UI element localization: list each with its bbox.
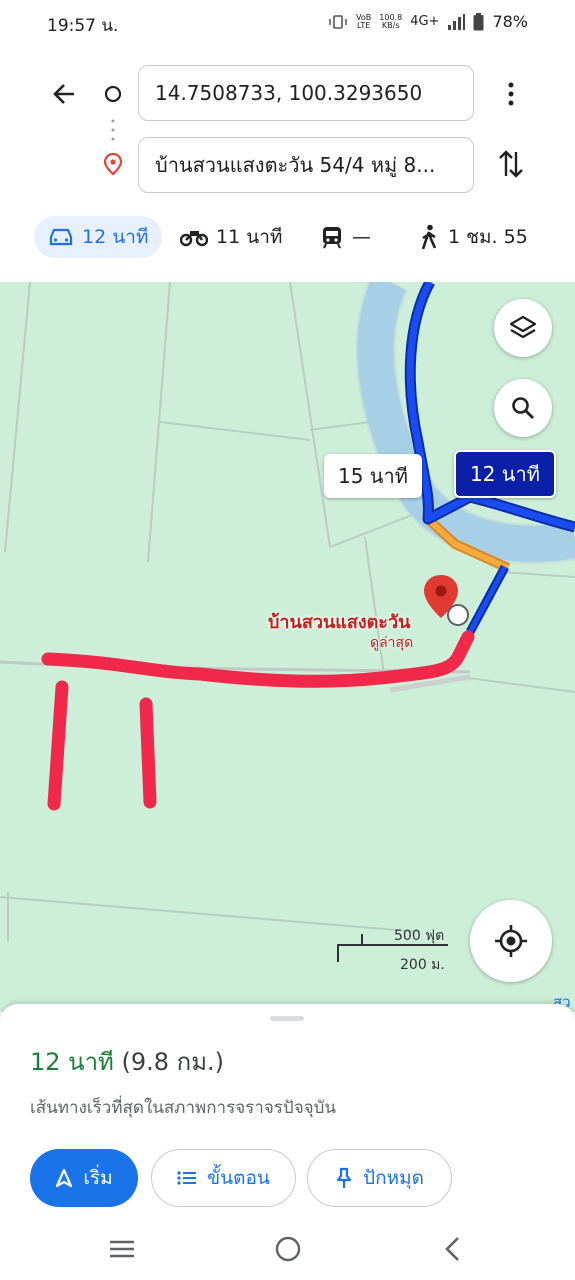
mode-car-label: 12 นาที [82, 226, 149, 248]
mode-transit-label: — [352, 226, 371, 248]
route-dots-icon [111, 119, 115, 141]
origin-circle-icon [104, 85, 122, 103]
pin-button[interactable]: ปักหมุด [307, 1149, 452, 1207]
back-icon[interactable] [442, 1235, 462, 1263]
route-distance: (9.8 กม.) [121, 1048, 225, 1076]
navigation-icon [56, 1168, 73, 1188]
crosshair-icon [495, 925, 527, 957]
transit-icon [323, 227, 341, 249]
route-duration: 12 นาที [30, 1048, 114, 1076]
search-button[interactable] [494, 379, 552, 437]
place-sub-label: ดูล่าสุด [370, 635, 414, 651]
start-button[interactable]: เริ่ม [30, 1149, 138, 1207]
vibrate-icon [329, 14, 347, 29]
list-icon [177, 1171, 197, 1185]
mode-walk[interactable]: 1 ชม. 55 [418, 216, 528, 258]
drawn-annotation [41, 630, 475, 811]
mode-car[interactable]: 12 นาที [34, 216, 163, 258]
walk-icon [421, 224, 437, 250]
scale-meters-label: 200 ม. [400, 957, 445, 973]
my-location-button[interactable] [470, 900, 552, 982]
back-arrow-icon[interactable] [50, 80, 78, 108]
directions-header: 14.7508733, 100.3293650 บ้านสวนแสงตะวัน … [0, 48, 575, 282]
destination-input[interactable]: บ้านสวนแสงตะวัน 54/4 หมู่ 8... [138, 137, 474, 193]
destination-dot [447, 604, 469, 626]
network-type: 4G+ [410, 14, 440, 29]
route-duration-row: 12 นาที (9.8 กม.) [30, 1042, 224, 1081]
pushpin-icon [336, 1167, 352, 1188]
car-icon [49, 228, 73, 246]
map-view[interactable]: 15 นาที 12 นาที บ้านสวนแสงตะวัน ดูล่าสุด… [0, 282, 575, 1012]
recent-apps-icon[interactable] [108, 1238, 136, 1260]
mode-motorcycle-label: 11 นาที [216, 226, 283, 248]
mode-motorcycle[interactable]: 11 นาที [180, 216, 282, 258]
map-canvas [0, 282, 575, 962]
search-icon [512, 397, 534, 419]
steps-button[interactable]: ขั้นตอน [151, 1149, 296, 1207]
more-options-icon[interactable] [499, 80, 523, 108]
home-icon[interactable] [274, 1235, 302, 1263]
motorcycle-icon [180, 231, 208, 247]
status-time: 19:57 น. [47, 16, 119, 36]
drag-handle[interactable] [270, 1016, 304, 1021]
swap-direction-icon[interactable] [497, 148, 525, 180]
layers-icon [509, 315, 537, 339]
status-bar: 19:57 น. VoB LTE 100.8 KB/s 4G+ 78% [0, 0, 575, 48]
network-speed: 100.8 KB/s [379, 12, 403, 30]
route-summary-sheet[interactable]: 12 นาที (9.8 กม.) เส้นทางเร็วที่สุดในสภา… [0, 1004, 575, 1280]
layers-button[interactable] [494, 299, 552, 357]
signal-icon [448, 13, 466, 30]
volte-indicator: VoB LTE [356, 12, 372, 30]
mode-walk-label: 1 ชม. 55 [448, 226, 528, 248]
status-icons: VoB LTE 100.8 KB/s 4G+ 78% [328, 12, 528, 31]
selected-route-time-callout[interactable]: 12 นาที [454, 450, 556, 498]
route-description: เส้นทางเร็วที่สุดในสภาพการจราจรปัจจุบัน [30, 1098, 337, 1118]
alt-route-time-callout[interactable]: 15 นาที [324, 454, 422, 498]
destination-pin-icon [103, 152, 123, 176]
scale-feet-label: 500 ฟุต [394, 928, 445, 944]
mode-transit[interactable]: — [320, 216, 371, 258]
origin-input[interactable]: 14.7508733, 100.3293650 [138, 65, 474, 121]
battery-percent: 78% [492, 12, 528, 31]
battery-icon [473, 12, 484, 30]
